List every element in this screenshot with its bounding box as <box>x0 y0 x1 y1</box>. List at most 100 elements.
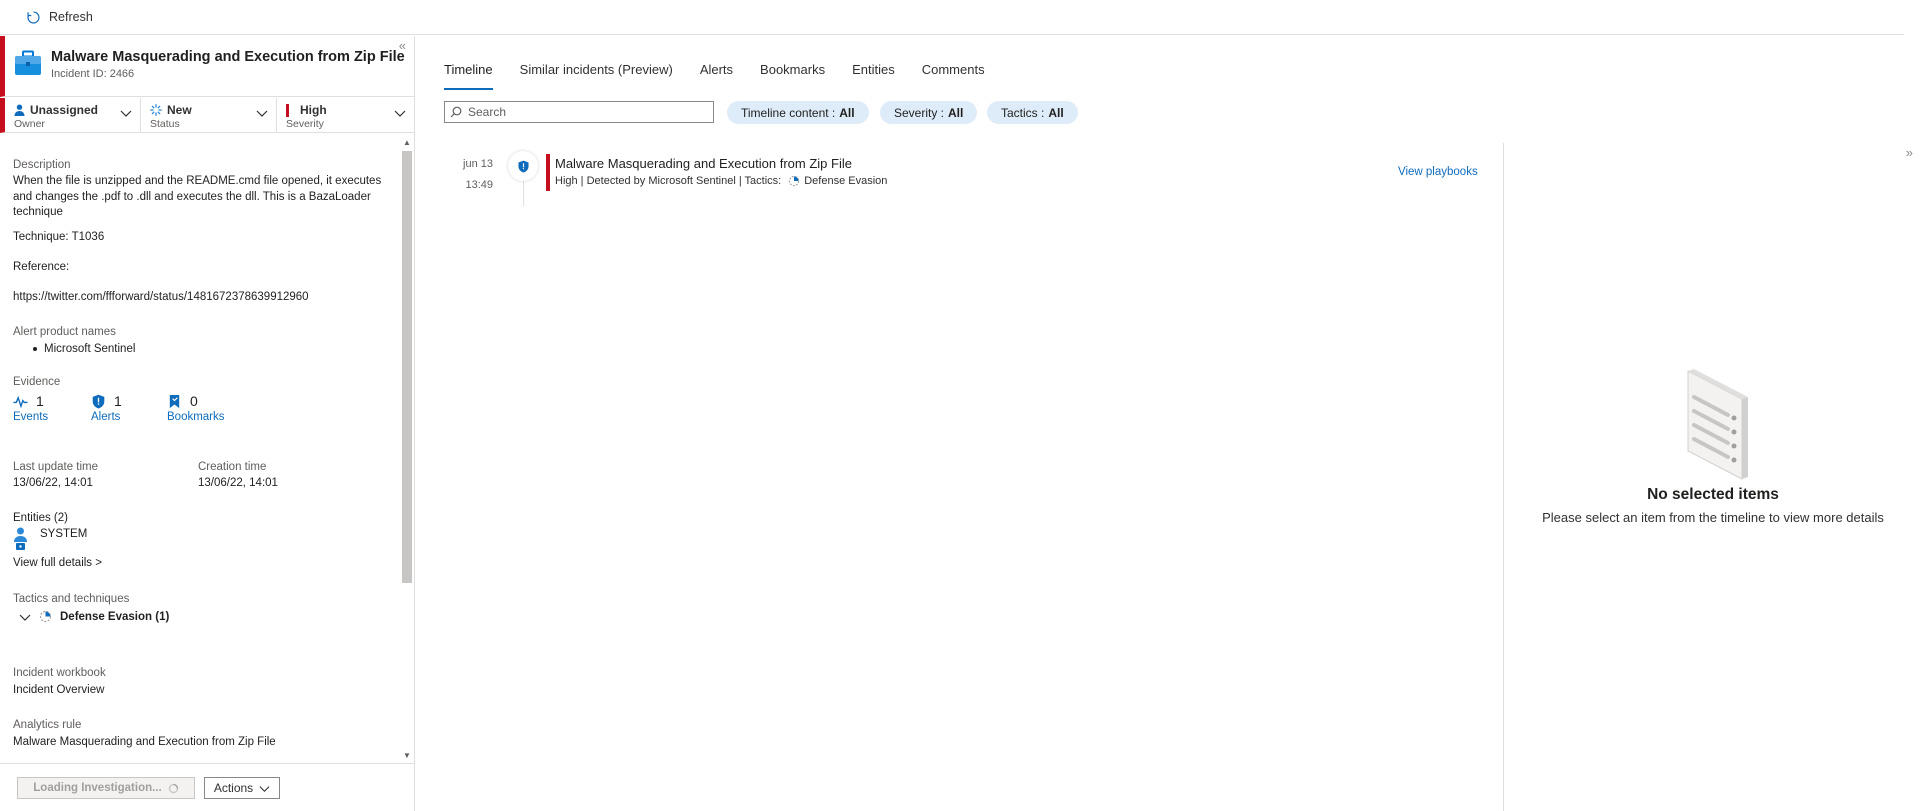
loading-investigation-label: Loading Investigation... <box>33 782 162 794</box>
timeline-tactic: Defense Evasion <box>804 175 888 187</box>
incident-tabs: Timeline Similar incidents (Preview) Ale… <box>444 55 1012 90</box>
alerts-count: 1 <box>114 393 122 409</box>
reference-link[interactable]: https://twitter.com/ffforward/status/148… <box>13 291 309 303</box>
panel-footer: Loading Investigation... Actions <box>0 763 414 811</box>
incident-id: Incident ID: 2466 <box>51 68 135 80</box>
events-count: 1 <box>36 393 44 409</box>
evidence-bookmarks[interactable]: 0 Bookmarks <box>167 393 225 423</box>
technique-text: Technique: T1036 <box>13 231 105 243</box>
severity-bar-icon <box>286 103 289 117</box>
tab-similar-incidents[interactable]: Similar incidents (Preview) <box>520 55 673 87</box>
alerts-shield-icon <box>92 394 105 408</box>
tab-bookmarks[interactable]: Bookmarks <box>760 55 825 87</box>
new-status-icon <box>150 104 162 116</box>
incident-details-scroll[interactable]: Description When the file is unzipped an… <box>0 134 414 762</box>
timeline-meta-text: High | Detected by Microsoft Sentinel | … <box>555 175 782 187</box>
scroll-down-icon[interactable]: ▼ <box>403 751 411 760</box>
incident-properties: Unassigned Owner New Status High Severit… <box>0 98 414 133</box>
severity-indicator <box>546 154 550 191</box>
severity-filter-label: Severity : <box>894 105 945 120</box>
bullet-dot <box>33 347 37 351</box>
alert-product-item: Microsoft Sentinel <box>33 343 135 355</box>
expand-panel-icon[interactable]: » <box>1906 145 1913 160</box>
chevron-down-icon <box>259 785 270 792</box>
status-value: New <box>167 103 192 117</box>
timeline-alert-title[interactable]: Malware Masquerading and Execution from … <box>555 156 852 171</box>
entities-label: Entities (2) <box>13 512 68 524</box>
chevron-down-icon <box>19 614 31 621</box>
incident-header: Malware Masquerading and Execution from … <box>0 36 414 97</box>
status-label: Status <box>150 118 180 130</box>
alert-products-label: Alert product names <box>13 326 116 338</box>
empty-state-title: No selected items <box>1647 486 1779 503</box>
scroll-up-icon[interactable]: ▲ <box>403 138 411 147</box>
tab-alerts[interactable]: Alerts <box>700 55 733 87</box>
bookmarks-link[interactable]: Bookmarks <box>167 411 225 423</box>
description-text: When the file is unzipped and the README… <box>13 175 382 218</box>
refresh-label: Refresh <box>49 10 93 24</box>
scrollbar[interactable]: ▲ ▼ <box>402 138 412 760</box>
evidence-alerts[interactable]: 1 Alerts <box>91 393 122 423</box>
search-input[interactable] <box>468 105 698 119</box>
tab-timeline[interactable]: Timeline <box>444 55 493 90</box>
tactics-label: Tactics and techniques <box>13 593 130 605</box>
empty-state-subtitle: Please select an item from the timeline … <box>1542 510 1884 525</box>
timeline-search[interactable] <box>444 101 714 123</box>
command-bar: Refresh <box>0 0 1904 35</box>
tactics-filter-label: Tactics : <box>1001 105 1045 120</box>
timeline-time: 13:49 <box>465 179 493 191</box>
workbook-link[interactable]: Incident Overview <box>13 684 104 696</box>
incident-summary-panel: Malware Masquerading and Execution from … <box>0 36 415 811</box>
owner-dropdown[interactable]: Unassigned Owner <box>5 98 141 132</box>
timeline-content-label: Timeline content : <box>741 105 836 120</box>
owner-value: Unassigned <box>30 103 99 117</box>
chevron-down-icon <box>256 110 268 117</box>
analytics-rule-link[interactable]: Malware Masquerading and Execution from … <box>13 736 276 748</box>
timeline-content-filter[interactable]: Timeline content : All <box>727 101 869 124</box>
account-entity-icon <box>14 527 27 550</box>
tactics-filter[interactable]: Tactics : All <box>987 101 1078 124</box>
evidence-events[interactable]: 1 Events <box>13 393 48 423</box>
bookmark-icon <box>169 394 180 408</box>
alert-product-name: Microsoft Sentinel <box>44 343 136 355</box>
events-icon <box>13 395 28 408</box>
actions-button[interactable]: Actions <box>204 777 280 799</box>
refresh-icon <box>27 10 40 24</box>
description-label: Description <box>13 159 71 171</box>
scrollbar-thumb[interactable] <box>402 151 412 583</box>
view-full-details-link[interactable]: View full details > <box>13 557 102 569</box>
severity-dropdown[interactable]: High Severity <box>277 98 414 132</box>
tab-comments[interactable]: Comments <box>922 55 985 87</box>
briefcase-icon <box>15 50 41 75</box>
chevron-down-icon <box>120 110 132 117</box>
spinner-icon <box>168 783 178 793</box>
tactic-item[interactable]: Defense Evasion (1) <box>19 610 169 623</box>
empty-list-illustration <box>1687 369 1748 480</box>
creation-label: Creation time <box>198 461 267 473</box>
analytics-rule-label: Analytics rule <box>13 719 82 731</box>
alert-shield-icon <box>517 160 529 173</box>
entity-system-link[interactable]: SYSTEM <box>40 528 87 540</box>
status-dropdown[interactable]: New Status <box>141 98 277 132</box>
view-playbooks-link[interactable]: View playbooks <box>1398 166 1478 178</box>
actions-label: Actions <box>213 781 254 795</box>
loading-investigation-button: Loading Investigation... <box>17 777 195 799</box>
workbook-label: Incident workbook <box>13 667 106 679</box>
timeline-alert-meta: High | Detected by Microsoft Sentinel | … <box>555 175 887 187</box>
timeline-content-value: All <box>839 105 855 120</box>
reference-label: Reference: <box>13 261 70 273</box>
severity-filter[interactable]: Severity : All <box>880 101 978 124</box>
severity-label: Severity <box>286 118 324 130</box>
incident-title: Malware Masquerading and Execution from … <box>51 49 405 65</box>
search-icon <box>450 106 462 118</box>
defense-evasion-icon <box>39 610 52 623</box>
refresh-button[interactable]: Refresh <box>26 10 93 25</box>
tab-entities[interactable]: Entities <box>852 55 895 87</box>
alerts-link[interactable]: Alerts <box>91 411 122 423</box>
evidence-label: Evidence <box>13 376 61 388</box>
timeline-date: jun 13 <box>463 158 493 170</box>
defense-evasion-icon <box>789 175 800 187</box>
events-link[interactable]: Events <box>13 411 48 423</box>
bookmarks-count: 0 <box>190 393 198 409</box>
collapse-panel-icon[interactable]: « <box>399 38 406 53</box>
